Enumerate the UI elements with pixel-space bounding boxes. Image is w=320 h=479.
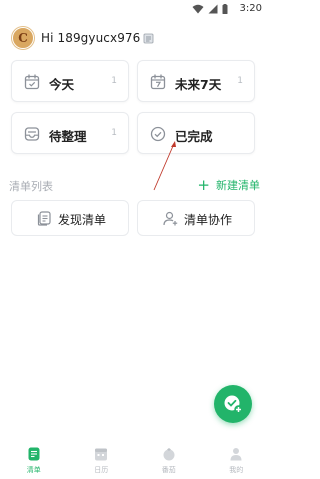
new-list-button[interactable]: + 新建清单 [197, 177, 260, 193]
list-collaboration-label: 清单协作 [184, 213, 233, 227]
signal-icon [208, 4, 218, 14]
add-task-fab[interactable] [214, 385, 252, 423]
plus-icon: + [197, 175, 210, 194]
nav-item-calendar[interactable]: 日历 [68, 444, 136, 479]
status-bar: 3:20 [0, 0, 270, 20]
wifi-icon [192, 4, 204, 14]
user-add-icon [163, 211, 178, 226]
card-inbox-count: 1 [111, 128, 117, 138]
list-icon [28, 447, 40, 461]
status-icons [192, 4, 228, 14]
battery-icon [222, 4, 228, 14]
card-inbox[interactable]: 待整理 1 [11, 112, 129, 154]
discover-lists-label: 发现清单 [58, 213, 107, 227]
document-icon [37, 211, 51, 226]
card-completed-label: 已完成 [175, 129, 213, 144]
card-next-7-days[interactable]: 未来7天 1 [137, 60, 255, 102]
greeting-text: Hi 189gyucx976 [41, 31, 141, 45]
card-today-count: 1 [111, 76, 117, 86]
avatar[interactable]: C [12, 27, 34, 49]
nav-label-lists: 清单 [26, 466, 41, 474]
user-header[interactable]: C Hi 189gyucx976 [12, 26, 154, 50]
nav-label-calendar: 日历 [94, 466, 109, 474]
calendar-icon [95, 448, 108, 461]
list-collaboration-button[interactable]: 清单协作 [137, 200, 255, 236]
tomato-icon [163, 448, 175, 461]
calendar-7-icon [150, 74, 166, 90]
card-inbox-label: 待整理 [49, 129, 87, 144]
discover-lists-button[interactable]: 发现清单 [11, 200, 129, 236]
nav-item-me[interactable]: 我的 [203, 444, 271, 479]
inbox-icon [24, 127, 40, 141]
card-next-7-days-label: 未来7天 [175, 77, 222, 92]
app-screen: 3:20 C Hi 189gyucx976 今天 1 未来7天 1 待整理 1 … [0, 0, 270, 479]
section-title-lists: 清单列表 [9, 180, 53, 193]
nav-label-tomato: 番茄 [161, 466, 176, 474]
new-list-label: 新建清单 [216, 179, 260, 192]
card-today-label: 今天 [49, 77, 75, 92]
nav-item-lists[interactable]: 清单 [0, 444, 68, 479]
bottom-nav: 清单 日历 番茄 我的 [0, 444, 270, 479]
check-circle-icon [150, 126, 166, 142]
nav-label-me: 我的 [229, 466, 244, 474]
card-today[interactable]: 今天 1 [11, 60, 129, 102]
check-add-icon [224, 395, 243, 414]
card-next-7-days-count: 1 [237, 76, 243, 86]
person-icon [230, 448, 242, 461]
status-time: 3:20 [239, 3, 262, 14]
note-badge-icon [144, 33, 154, 43]
nav-item-tomato[interactable]: 番茄 [135, 444, 203, 479]
calendar-today-icon [24, 74, 40, 90]
card-completed[interactable]: 已完成 [137, 112, 255, 154]
